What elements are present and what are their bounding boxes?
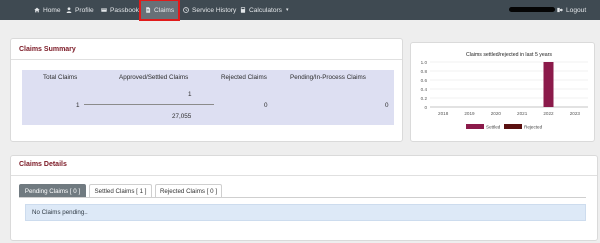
legend-swatch-rejected [504, 124, 522, 129]
claims-details-panel: Claims Details [10, 155, 598, 241]
x-tick-label: 2020 [491, 111, 502, 116]
no-claims-message: No Claims pending.. [25, 204, 586, 221]
tab-underline [19, 197, 586, 198]
x-tick-label: 2022 [543, 111, 554, 116]
claims-details-title: Claims Details [19, 161, 67, 168]
tab-settled-claims[interactable]: Settled Claims [ 1 ] [89, 184, 152, 198]
y-tick-label: 0 [424, 105, 427, 110]
x-tick-label: 2021 [517, 111, 528, 116]
y-tick-label: 0.4 [421, 87, 428, 92]
panel-divider [11, 175, 597, 176]
x-tick-label: 2019 [464, 111, 475, 116]
x-tick-label: 2023 [570, 111, 581, 116]
bar-settled [543, 62, 554, 107]
y-tick-label: 0.2 [421, 96, 428, 101]
legend-label-rejected: Rejected [524, 124, 543, 129]
chart-title: Claims settled/rejected in last 5 years [466, 52, 552, 58]
x-tick-label: 2018 [438, 111, 449, 116]
legend-label-settled: Settled [486, 124, 501, 129]
tab-rejected-claims[interactable]: Rejected Claims [ 0 ] [155, 184, 222, 198]
y-tick-label: 0.8 [421, 69, 428, 74]
legend-swatch-settled [466, 124, 484, 129]
y-tick-label: 1.0 [421, 60, 428, 65]
tab-pending-claims[interactable]: Pending Claims [ 0 ] [19, 184, 86, 198]
y-tick-label: 0.6 [421, 78, 428, 83]
